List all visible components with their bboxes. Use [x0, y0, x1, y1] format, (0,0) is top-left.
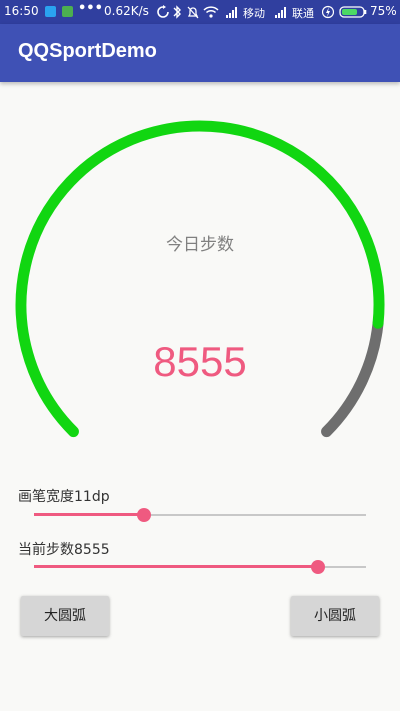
- more-notifications-icon: •••: [78, 1, 103, 16]
- carrier-2: 联通: [292, 7, 314, 20]
- slider-fill: [34, 565, 318, 568]
- app-bar: QQSportDemo: [0, 24, 400, 82]
- current-steps-label: 当前步数8555: [18, 542, 110, 558]
- network-speed: 0.62K/s: [104, 4, 149, 18]
- qq-notification-icon: [45, 6, 56, 17]
- charging-icon: [322, 5, 334, 19]
- step-gauge: [0, 82, 400, 452]
- alarm-off-icon: [187, 6, 199, 19]
- bluetooth-icon: [173, 5, 181, 19]
- battery-percent: 75%: [370, 4, 397, 18]
- slider-fill: [34, 513, 144, 516]
- sync-icon: [157, 5, 169, 18]
- carrier-1: 移动: [243, 7, 265, 20]
- small-arc-button[interactable]: 小圆弧: [291, 596, 379, 636]
- app-title: QQSportDemo: [18, 40, 157, 62]
- current-steps-slider[interactable]: [34, 557, 366, 577]
- stroke-width-label: 画笔宽度11dp: [18, 489, 110, 505]
- battery-icon: [339, 6, 367, 18]
- big-arc-button[interactable]: 大圆弧: [21, 596, 109, 636]
- slider-thumb[interactable]: [311, 560, 325, 574]
- wifi-icon: [203, 6, 219, 18]
- signal-icon-2: [275, 7, 286, 18]
- signal-icon: [226, 7, 237, 18]
- today-steps-value: 8555: [153, 338, 247, 385]
- stroke-width-slider[interactable]: [34, 505, 366, 525]
- status-bar: 16:50 ••• 0.62K/s 移动 联通 75%: [0, 0, 400, 24]
- screen: 16:50 ••• 0.62K/s 移动 联通 75% QQSportDemo …: [0, 0, 400, 711]
- today-steps-label: 今日步数: [166, 235, 234, 255]
- status-time: 16:50: [4, 4, 39, 18]
- arc-gauge: [15, 120, 385, 438]
- battery-saver-icon: [62, 6, 73, 17]
- slider-thumb[interactable]: [137, 508, 151, 522]
